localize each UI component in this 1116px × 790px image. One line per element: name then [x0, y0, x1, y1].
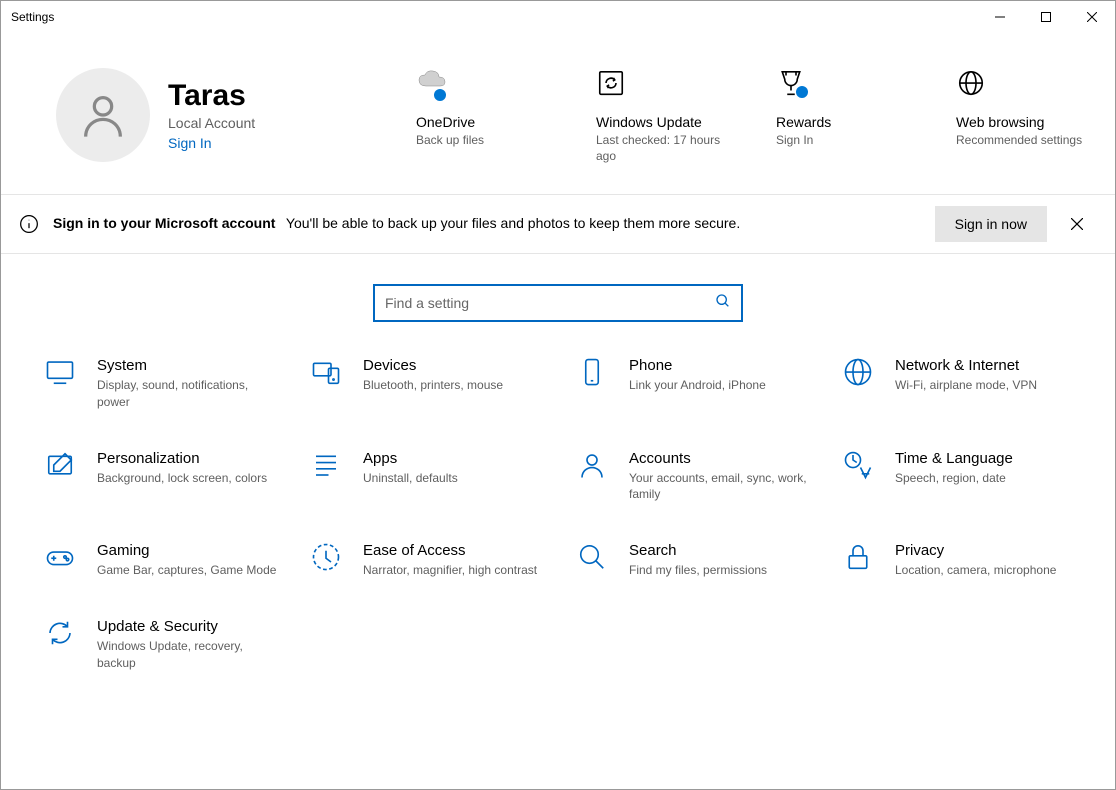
category-update-security[interactable]: Update & Security Windows Update, recover… — [41, 618, 277, 670]
category-desc: Narrator, magnifier, high contrast — [363, 562, 543, 578]
time-language-icon — [839, 450, 877, 484]
update-security-icon — [41, 618, 79, 652]
category-title: Network & Internet — [895, 357, 1075, 374]
category-personalization[interactable]: Personalization Background, lock screen, … — [41, 450, 277, 502]
status-card-web-browsing[interactable]: Web browsing Recommended settings — [956, 68, 1086, 164]
privacy-icon — [839, 542, 877, 576]
banner-desc: You'll be able to back up your files and… — [286, 215, 740, 231]
search-icon — [715, 293, 731, 314]
network-icon — [839, 357, 877, 391]
category-gaming[interactable]: Gaming Game Bar, captures, Game Mode — [41, 542, 277, 578]
close-button[interactable] — [1069, 1, 1115, 33]
category-title: Accounts — [629, 450, 809, 467]
user-name: Taras — [168, 79, 255, 113]
category-desc: Bluetooth, printers, mouse — [363, 377, 543, 393]
header-section: Taras Local Account Sign In OneDrive Bac… — [1, 33, 1115, 194]
category-system[interactable]: System Display, sound, notifications, pow… — [41, 357, 277, 409]
search-input[interactable] — [385, 295, 715, 311]
category-desc: Game Bar, captures, Game Mode — [97, 562, 277, 578]
category-desc: Find my files, permissions — [629, 562, 809, 578]
category-desc: Your accounts, email, sync, work, family — [629, 470, 809, 502]
signin-banner: Sign in to your Microsoft account You'll… — [1, 194, 1115, 254]
apps-icon — [307, 450, 345, 484]
personalization-icon — [41, 450, 79, 484]
user-avatar — [56, 68, 150, 162]
globe-icon — [956, 68, 1086, 104]
search-box[interactable] — [373, 284, 743, 322]
banner-title: Sign in to your Microsoft account — [53, 215, 275, 231]
status-cards: OneDrive Back up files Windows Update La… — [416, 68, 1086, 164]
maximize-button[interactable] — [1023, 1, 1069, 33]
category-title: System — [97, 357, 277, 374]
status-title: OneDrive — [416, 114, 546, 130]
category-desc: Background, lock screen, colors — [97, 470, 277, 486]
category-title: Ease of Access — [363, 542, 543, 559]
onedrive-icon — [416, 68, 546, 104]
category-title: Phone — [629, 357, 809, 374]
status-title: Rewards — [776, 114, 906, 130]
info-icon — [19, 214, 39, 234]
ease-of-access-icon — [307, 542, 345, 576]
minimize-button[interactable] — [977, 1, 1023, 33]
status-title: Web browsing — [956, 114, 1086, 130]
status-desc: Last checked: 17 hours ago — [596, 132, 726, 164]
category-devices[interactable]: Devices Bluetooth, printers, mouse — [307, 357, 543, 409]
rewards-icon — [776, 68, 906, 104]
category-time-language[interactable]: Time & Language Speech, region, date — [839, 450, 1075, 502]
system-icon — [41, 357, 79, 391]
category-desc: Wi-Fi, airplane mode, VPN — [895, 377, 1075, 393]
user-signin-link[interactable]: Sign In — [168, 135, 255, 151]
category-desc: Location, camera, microphone — [895, 562, 1075, 578]
category-desc: Uninstall, defaults — [363, 470, 543, 486]
category-title: Personalization — [97, 450, 277, 467]
notification-badge — [434, 89, 446, 101]
gaming-icon — [41, 542, 79, 576]
category-apps[interactable]: Apps Uninstall, defaults — [307, 450, 543, 502]
status-desc: Back up files — [416, 132, 546, 148]
category-ease-of-access[interactable]: Ease of Access Narrator, magnifier, high … — [307, 542, 543, 578]
user-account-type: Local Account — [168, 115, 255, 131]
category-title: Time & Language — [895, 450, 1075, 467]
status-desc: Recommended settings — [956, 132, 1086, 148]
category-title: Devices — [363, 357, 543, 374]
status-card-windows-update[interactable]: Windows Update Last checked: 17 hours ag… — [596, 68, 726, 164]
category-title: Privacy — [895, 542, 1075, 559]
category-privacy[interactable]: Privacy Location, camera, microphone — [839, 542, 1075, 578]
update-icon — [596, 68, 726, 104]
user-info: Taras Local Account Sign In — [168, 79, 255, 151]
status-desc: Sign In — [776, 132, 906, 148]
signin-now-button[interactable]: Sign in now — [935, 206, 1047, 242]
phone-icon — [573, 357, 611, 391]
category-network[interactable]: Network & Internet Wi-Fi, airplane mode, … — [839, 357, 1075, 409]
category-title: Update & Security — [97, 618, 277, 635]
category-desc: Windows Update, recovery, backup — [97, 638, 277, 670]
accounts-icon — [573, 450, 611, 484]
category-title: Apps — [363, 450, 543, 467]
status-card-onedrive[interactable]: OneDrive Back up files — [416, 68, 546, 164]
status-title: Windows Update — [596, 114, 726, 130]
window-title: Settings — [11, 10, 54, 24]
banner-close-button[interactable] — [1057, 204, 1097, 244]
notification-badge — [796, 86, 808, 98]
category-desc: Link your Android, iPhone — [629, 377, 809, 393]
categories-grid: System Display, sound, notifications, pow… — [1, 357, 1115, 670]
devices-icon — [307, 357, 345, 391]
category-title: Gaming — [97, 542, 277, 559]
search-section — [1, 254, 1115, 357]
category-search[interactable]: Search Find my files, permissions — [573, 542, 809, 578]
window-controls — [977, 1, 1115, 33]
category-accounts[interactable]: Accounts Your accounts, email, sync, work… — [573, 450, 809, 502]
category-phone[interactable]: Phone Link your Android, iPhone — [573, 357, 809, 409]
category-title: Search — [629, 542, 809, 559]
title-bar: Settings — [1, 1, 1115, 33]
search-category-icon — [573, 542, 611, 576]
category-desc: Display, sound, notifications, power — [97, 377, 277, 409]
status-card-rewards[interactable]: Rewards Sign In — [776, 68, 906, 164]
user-block[interactable]: Taras Local Account Sign In — [56, 68, 396, 162]
category-desc: Speech, region, date — [895, 470, 1075, 486]
